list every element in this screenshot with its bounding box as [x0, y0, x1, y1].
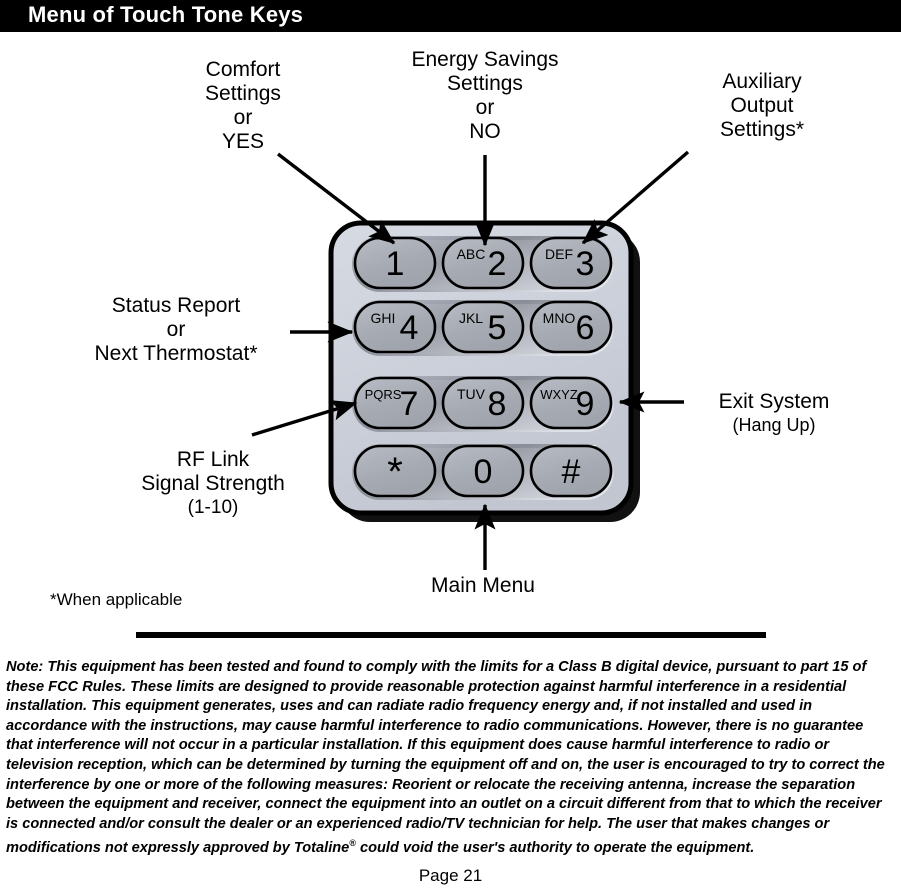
key-digit: 2: [488, 245, 507, 283]
key-letters: MNO: [543, 310, 576, 326]
key-digit: 5: [488, 309, 507, 347]
arrow-to-key-3: [581, 150, 690, 245]
keypad-key-star[interactable]: *: [353, 444, 437, 498]
keypad-key-2[interactable]: 2ABC: [441, 236, 525, 290]
key-letters: WXYZ: [540, 387, 578, 402]
keypad-key-3[interactable]: 3DEF: [529, 236, 613, 290]
callout-rf-link: RF Link Signal Strength (1-10): [80, 424, 346, 543]
callout-exit-system: Exit System (Hang Up): [676, 366, 872, 460]
callout-main-menu: Main Menu: [431, 574, 535, 597]
registered-trademark-icon: ®: [349, 838, 356, 849]
footnote-when-applicable: *When applicable: [50, 590, 183, 609]
key-letters: JKL: [459, 310, 483, 326]
keypad-key-7[interactable]: 7PQRS: [353, 376, 437, 430]
arrow-to-key-1: [276, 152, 396, 245]
key-digit: 4: [400, 309, 419, 347]
keypad-key-5[interactable]: 5 JKL: [441, 300, 525, 354]
key-letters: TUV: [457, 386, 486, 402]
callout-rf-link-range: (1-10): [187, 497, 239, 518]
key-digit: *: [387, 450, 403, 494]
key-letters: DEF: [545, 246, 573, 262]
key-digit: 1: [386, 245, 405, 283]
callout-energy-savings: Energy Savings Settings or NO: [411, 48, 559, 143]
key-digit: #: [562, 453, 581, 491]
keypad-key-4[interactable]: 4GHI: [353, 300, 437, 354]
callout-comfort-settings: Comfort Settings or YES: [205, 58, 281, 153]
fcc-note-body: Note: This equipment has been tested and…: [6, 659, 885, 857]
horizontal-divider: [136, 632, 766, 638]
keypad-key-0[interactable]: 0: [441, 444, 525, 498]
key-digit: 6: [576, 309, 595, 347]
key-letters: ABC: [457, 246, 486, 262]
keypad-key-1[interactable]: 1: [353, 236, 437, 290]
key-surface[interactable]: [529, 376, 613, 430]
fcc-note: Note: This equipment has been tested and…: [6, 658, 894, 859]
key-digit: 9: [576, 385, 595, 423]
key-digit: 3: [576, 245, 595, 283]
keypad-key-6[interactable]: 6MNO: [529, 300, 613, 354]
page-footer: Page 21: [418, 866, 483, 885]
key-surface[interactable]: [353, 376, 437, 430]
keypad-key-pound[interactable]: #: [529, 444, 613, 498]
key-letters: PQRS: [365, 387, 402, 402]
fcc-note-tail: could void the user's authority to opera…: [355, 840, 755, 857]
callout-status-report: Status Report or Next Thermostat*: [94, 294, 258, 365]
callout-auxiliary-output: Auxiliary Output Settings*: [719, 70, 805, 141]
callout-exit-system-sub: (Hang Up): [732, 415, 816, 435]
page-root: Menu of Touch Tone Keys 1 2 ABC 3 DEF 4 …: [0, 0, 901, 890]
key-digit: 7: [400, 385, 419, 423]
key-digit: 0: [474, 453, 493, 491]
keypad-key-9[interactable]: 9WXYZ: [529, 376, 613, 430]
keypad-key-8[interactable]: 8TUV: [441, 376, 525, 430]
callout-rf-link-main: RF Link Signal Strength: [141, 448, 285, 495]
key-letters: GHI: [371, 310, 396, 326]
callout-exit-system-main: Exit System: [718, 390, 830, 413]
key-digit: 8: [488, 385, 507, 423]
